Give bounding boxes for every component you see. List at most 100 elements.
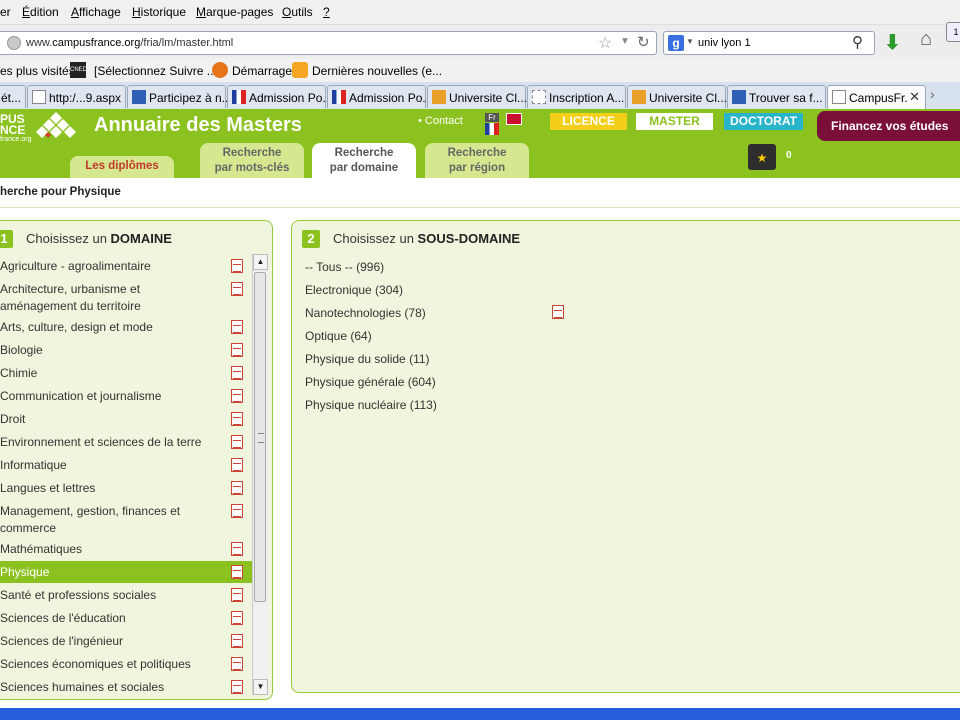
domain-item[interactable]: Sciences humaines et sociales (0, 677, 252, 696)
subdomain-item[interactable]: Optique (64) (305, 329, 372, 343)
home-icon[interactable]: ⌂ (920, 28, 932, 51)
menu-marque-pages[interactable]: Marque-pages (196, 5, 273, 19)
pdf-icon[interactable] (231, 680, 243, 694)
domain-item[interactable]: Sciences de l'ingénieur (0, 631, 252, 651)
tab-recherche-domaine[interactable]: Recherche par domaine (312, 143, 416, 178)
contact-link[interactable]: • Contact (418, 115, 463, 127)
campus-france-logo[interactable]: PUS NCE (0, 113, 25, 136)
subdomain-item[interactable]: Physique générale (604) (305, 375, 436, 389)
domain-item[interactable]: Mathématiques (0, 539, 252, 559)
browser-tab[interactable]: http:/...9.aspx (27, 85, 126, 108)
subdomain-item[interactable]: Nanotechnologies (78) (305, 306, 426, 320)
browser-tab[interactable]: Inscription A... (527, 85, 626, 108)
domain-item[interactable]: Santé et professions sociales (0, 585, 252, 605)
tab-scroll-right-icon[interactable]: › (930, 86, 935, 102)
pdf-icon[interactable] (231, 282, 243, 296)
downloads-icon[interactable]: ⬇ (884, 30, 901, 55)
pdf-icon[interactable] (231, 366, 243, 380)
search-engine-dropdown-icon[interactable]: ▼ (686, 37, 694, 46)
menu-affichage[interactable]: Affichage (71, 5, 121, 19)
domain-item[interactable]: Droit (0, 409, 252, 429)
master-button[interactable]: MASTER (636, 113, 713, 130)
finance-studies-button[interactable]: Financez vos études (817, 111, 960, 141)
menu-historique[interactable]: Historique (132, 5, 186, 19)
browser-tab[interactable]: Universite Cl... (627, 85, 727, 108)
domain-label: Informatique (0, 458, 67, 472)
url-history-dropdown-icon[interactable]: ▼ (620, 36, 630, 47)
browser-tab[interactable]: Admission Po... (327, 85, 432, 108)
pdf-icon[interactable] (231, 611, 243, 625)
subdomain-item[interactable]: Physique du solide (11) (305, 352, 430, 366)
pdf-icon[interactable] (231, 542, 243, 556)
browser-tab-active[interactable]: CampusFr... ✕ (827, 85, 926, 110)
bookmark-star-icon[interactable]: ☆ (598, 33, 612, 53)
google-icon[interactable]: g (668, 35, 684, 51)
subdomain-item[interactable]: Physique nucléaire (113) (305, 398, 437, 412)
url-text[interactable]: www.campusfrance.org/fria/lm/master.html (26, 37, 233, 49)
site-identity-icon[interactable] (7, 36, 21, 50)
domain-item[interactable]: Biologie (0, 340, 252, 360)
pdf-icon[interactable] (231, 458, 243, 472)
browser-tab[interactable]: ét... (0, 85, 26, 108)
search-icon[interactable]: ⚲ (852, 33, 863, 51)
pdf-icon[interactable] (231, 481, 243, 495)
menu-edition[interactable]: Édition (22, 5, 59, 19)
licence-button[interactable]: LICENCE (550, 113, 627, 130)
bookmark-suivre[interactable]: [Sélectionnez Suivre ... (94, 64, 217, 78)
tab-recherche-region[interactable]: Recherche par région (425, 143, 529, 178)
pdf-icon[interactable] (231, 504, 243, 518)
selection-basket-icon[interactable]: ★ (748, 144, 776, 170)
pdf-icon[interactable] (231, 389, 243, 403)
tab-les-diplomes[interactable]: Les diplômes (70, 156, 174, 178)
doctorat-button[interactable]: DOCTORAT (724, 113, 803, 130)
search-input[interactable]: univ lyon 1 (698, 37, 751, 49)
menu-outils[interactable]: Outils (282, 5, 313, 19)
browser-tab[interactable]: Participez à n... (127, 85, 232, 108)
pdf-icon[interactable] (231, 657, 243, 671)
domain-item[interactable]: Sciences économiques et politiques (0, 654, 252, 674)
bookmark-dernieres-nouvelles[interactable]: Dernières nouvelles (e... (312, 64, 442, 78)
domain-item-selected[interactable]: Physique (0, 561, 252, 583)
pdf-icon[interactable] (231, 634, 243, 648)
domain-item[interactable]: Environnement et sciences de la terre (0, 432, 252, 452)
menu-help[interactable]: ? (323, 5, 330, 19)
bookmark-most-visited[interactable]: es plus visités (0, 64, 75, 78)
search-box[interactable]: g ▼ univ lyon 1 ⚲ (663, 31, 875, 55)
pdf-icon[interactable] (231, 343, 243, 357)
domain-item[interactable]: Management, gestion, finances et commerc… (0, 501, 252, 539)
scroll-down-icon[interactable]: ▼ (253, 679, 268, 695)
browser-tab[interactable]: Trouver sa f... (727, 85, 826, 108)
pdf-icon[interactable] (552, 305, 564, 319)
domain-item[interactable]: Sciences de l'éducation (0, 608, 252, 628)
domain-item[interactable]: Architecture, urbanisme et aménagement d… (0, 279, 252, 317)
windows-taskbar[interactable] (0, 708, 960, 720)
pdf-icon[interactable] (231, 320, 243, 334)
domain-item[interactable]: Chimie (0, 363, 252, 383)
lang-uk-flag-icon[interactable] (506, 113, 522, 125)
domain-item[interactable]: Informatique (0, 455, 252, 475)
subdomain-item[interactable]: -- Tous -- (996) (305, 260, 384, 274)
menu-fichier[interactable]: er (0, 5, 11, 19)
url-bar[interactable]: www.campusfrance.org/fria/lm/master.html… (0, 31, 657, 55)
tab-recherche-mots-cles[interactable]: Recherche par mots-clés (200, 143, 304, 178)
subdomain-item[interactable]: Electronique (304) (305, 283, 403, 297)
domain-item[interactable]: Langues et lettres (0, 478, 252, 498)
scroll-up-icon[interactable]: ▲ (253, 254, 268, 270)
pdf-icon[interactable] (231, 565, 243, 579)
browser-tab[interactable]: Universite Cl... (427, 85, 527, 108)
close-tab-icon[interactable]: ✕ (909, 89, 920, 105)
lang-fr-flag-icon[interactable]: Fr (485, 113, 499, 135)
browser-tab[interactable]: Admission Po... (227, 85, 332, 108)
domain-item[interactable]: Arts, culture, design et mode (0, 317, 252, 337)
domain-item[interactable]: Agriculture - agroalimentaire (0, 256, 252, 276)
pdf-icon[interactable] (231, 588, 243, 602)
domain-item[interactable]: Communication et journalisme (0, 386, 252, 406)
reload-icon[interactable]: ↻ (637, 33, 650, 51)
pdf-icon[interactable] (231, 412, 243, 426)
scrollbar-thumb[interactable] (254, 272, 266, 602)
window-control-button[interactable]: 1 (946, 22, 960, 42)
pdf-icon[interactable] (231, 259, 243, 273)
bookmark-demarrage[interactable]: Démarrage (232, 64, 292, 78)
pdf-icon[interactable] (231, 435, 243, 449)
domain-list-scrollbar[interactable]: ▲ ▼ (252, 254, 268, 695)
